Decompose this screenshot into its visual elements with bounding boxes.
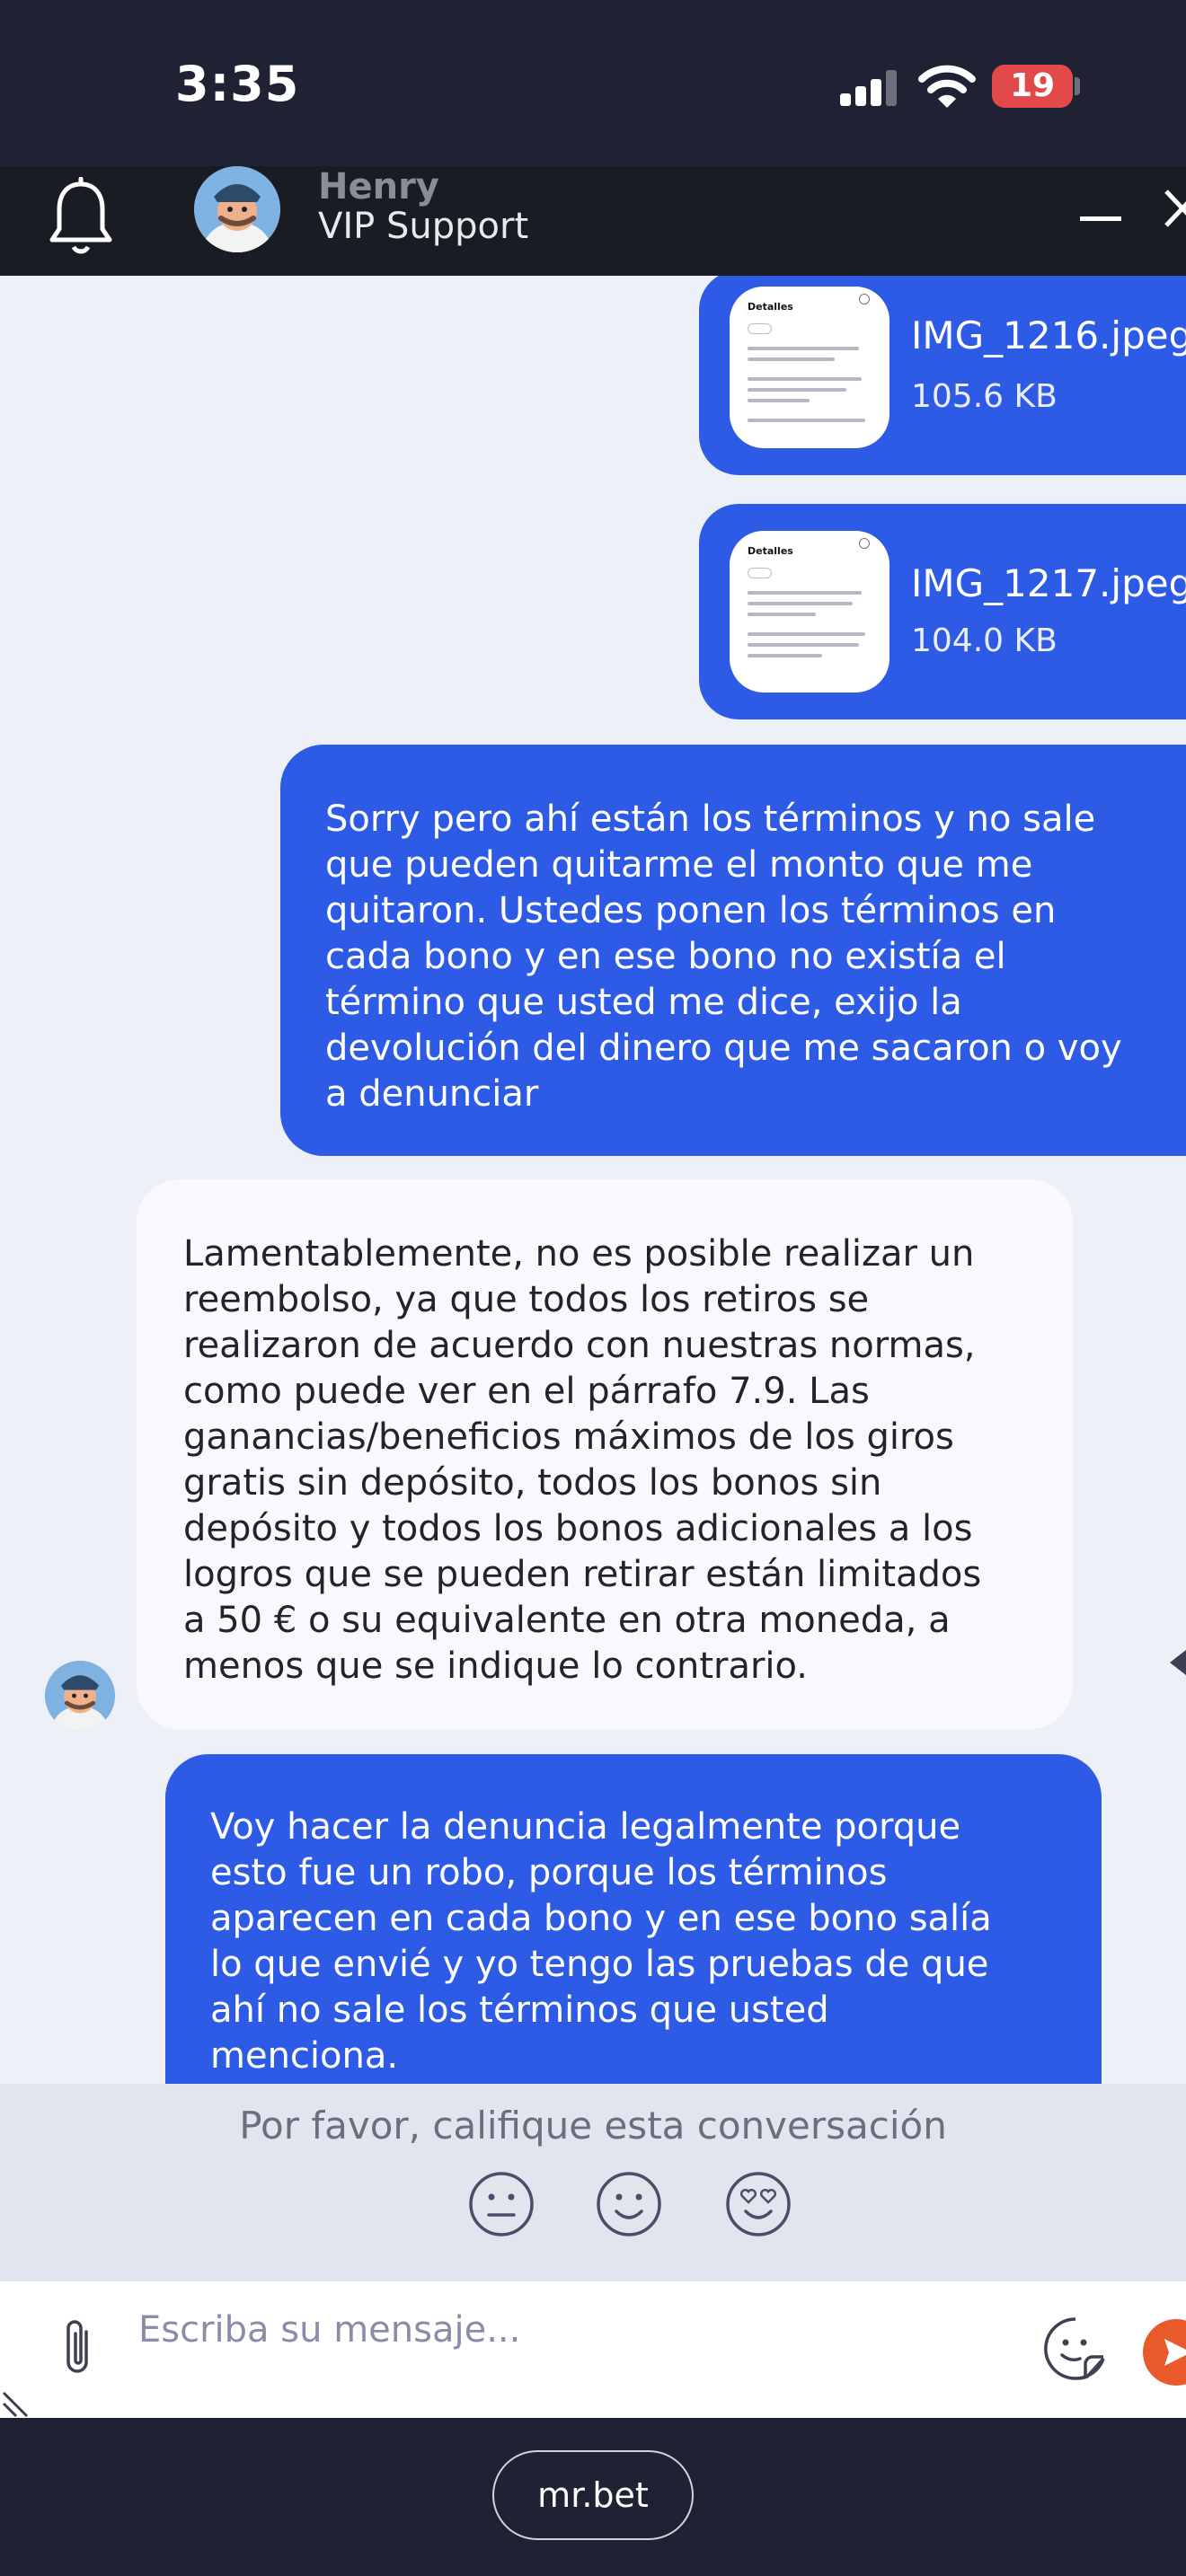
rating-panel: Por favor, califique esta conversación [0, 2084, 1186, 2281]
file-name: IMG_1216.jpeg [911, 313, 1186, 357]
status-time: 3:35 [175, 56, 300, 112]
message-text: Lamentablemente, no es posible realizar … [183, 1233, 982, 1687]
resize-handle-icon[interactable] [0, 2380, 38, 2418]
message-list[interactable]: Detalles IMG_1216.jpeg 105.6 KB Detalles… [0, 276, 1186, 2084]
send-button[interactable] [1143, 2319, 1186, 2386]
minimize-icon[interactable] [1080, 216, 1121, 221]
thumbnail-title: Detalles [748, 545, 793, 557]
message-text: Sorry pero ahí están los términos y no s… [325, 798, 1122, 1115]
file-thumbnail[interactable]: Detalles [730, 287, 890, 448]
file-size: 105.6 KB [911, 378, 1058, 415]
agent-message: Lamentablemente, no es posible realizar … [137, 1179, 1073, 1729]
browser-bottom-bar: mr.bet [0, 2418, 1186, 2576]
cellular-signal-icon [840, 70, 898, 106]
heart-eyes-face-icon[interactable] [724, 2170, 792, 2238]
neutral-face-icon[interactable] [467, 2170, 535, 2238]
bell-icon[interactable] [45, 177, 117, 258]
user-message: Voy hacer la denuncia legalmente porque … [165, 1754, 1102, 2084]
agent-avatar [194, 166, 280, 252]
wifi-icon [918, 65, 976, 108]
send-icon [1164, 2339, 1186, 2366]
attachment-icon[interactable] [54, 2316, 104, 2378]
thumbnail-title: Detalles [748, 301, 793, 313]
chat-header: Henry VIP Support [0, 166, 1186, 276]
emoji-sticker-icon[interactable] [1040, 2314, 1111, 2384]
message-text: Voy hacer la denuncia legalmente porque … [210, 1806, 992, 2077]
scroll-indicator-icon[interactable] [1170, 1650, 1186, 1675]
message-input[interactable] [135, 2281, 1030, 2418]
close-icon[interactable] [1159, 186, 1186, 231]
user-message: Sorry pero ahí están los términos y no s… [280, 745, 1186, 1156]
address-bar[interactable]: mr.bet [492, 2450, 694, 2540]
agent-message-avatar [45, 1661, 115, 1731]
smile-face-icon[interactable] [595, 2170, 663, 2238]
battery-indicator: 19 [992, 65, 1073, 108]
status-bar: 3:35 19 [0, 0, 1186, 166]
file-size: 104.0 KB [911, 622, 1058, 659]
battery-tip [1075, 77, 1080, 95]
agent-name: Henry [318, 166, 439, 207]
file-name: IMG_1217.jpeg [911, 561, 1186, 605]
agent-role: VIP Support [318, 206, 529, 247]
file-message[interactable]: Detalles IMG_1217.jpeg 104.0 KB [699, 504, 1186, 719]
rating-prompt: Por favor, califique esta conversación [239, 2104, 947, 2148]
file-message[interactable]: Detalles IMG_1216.jpeg 105.6 KB [699, 276, 1186, 475]
message-composer [0, 2281, 1186, 2418]
file-thumbnail[interactable]: Detalles [730, 531, 890, 693]
